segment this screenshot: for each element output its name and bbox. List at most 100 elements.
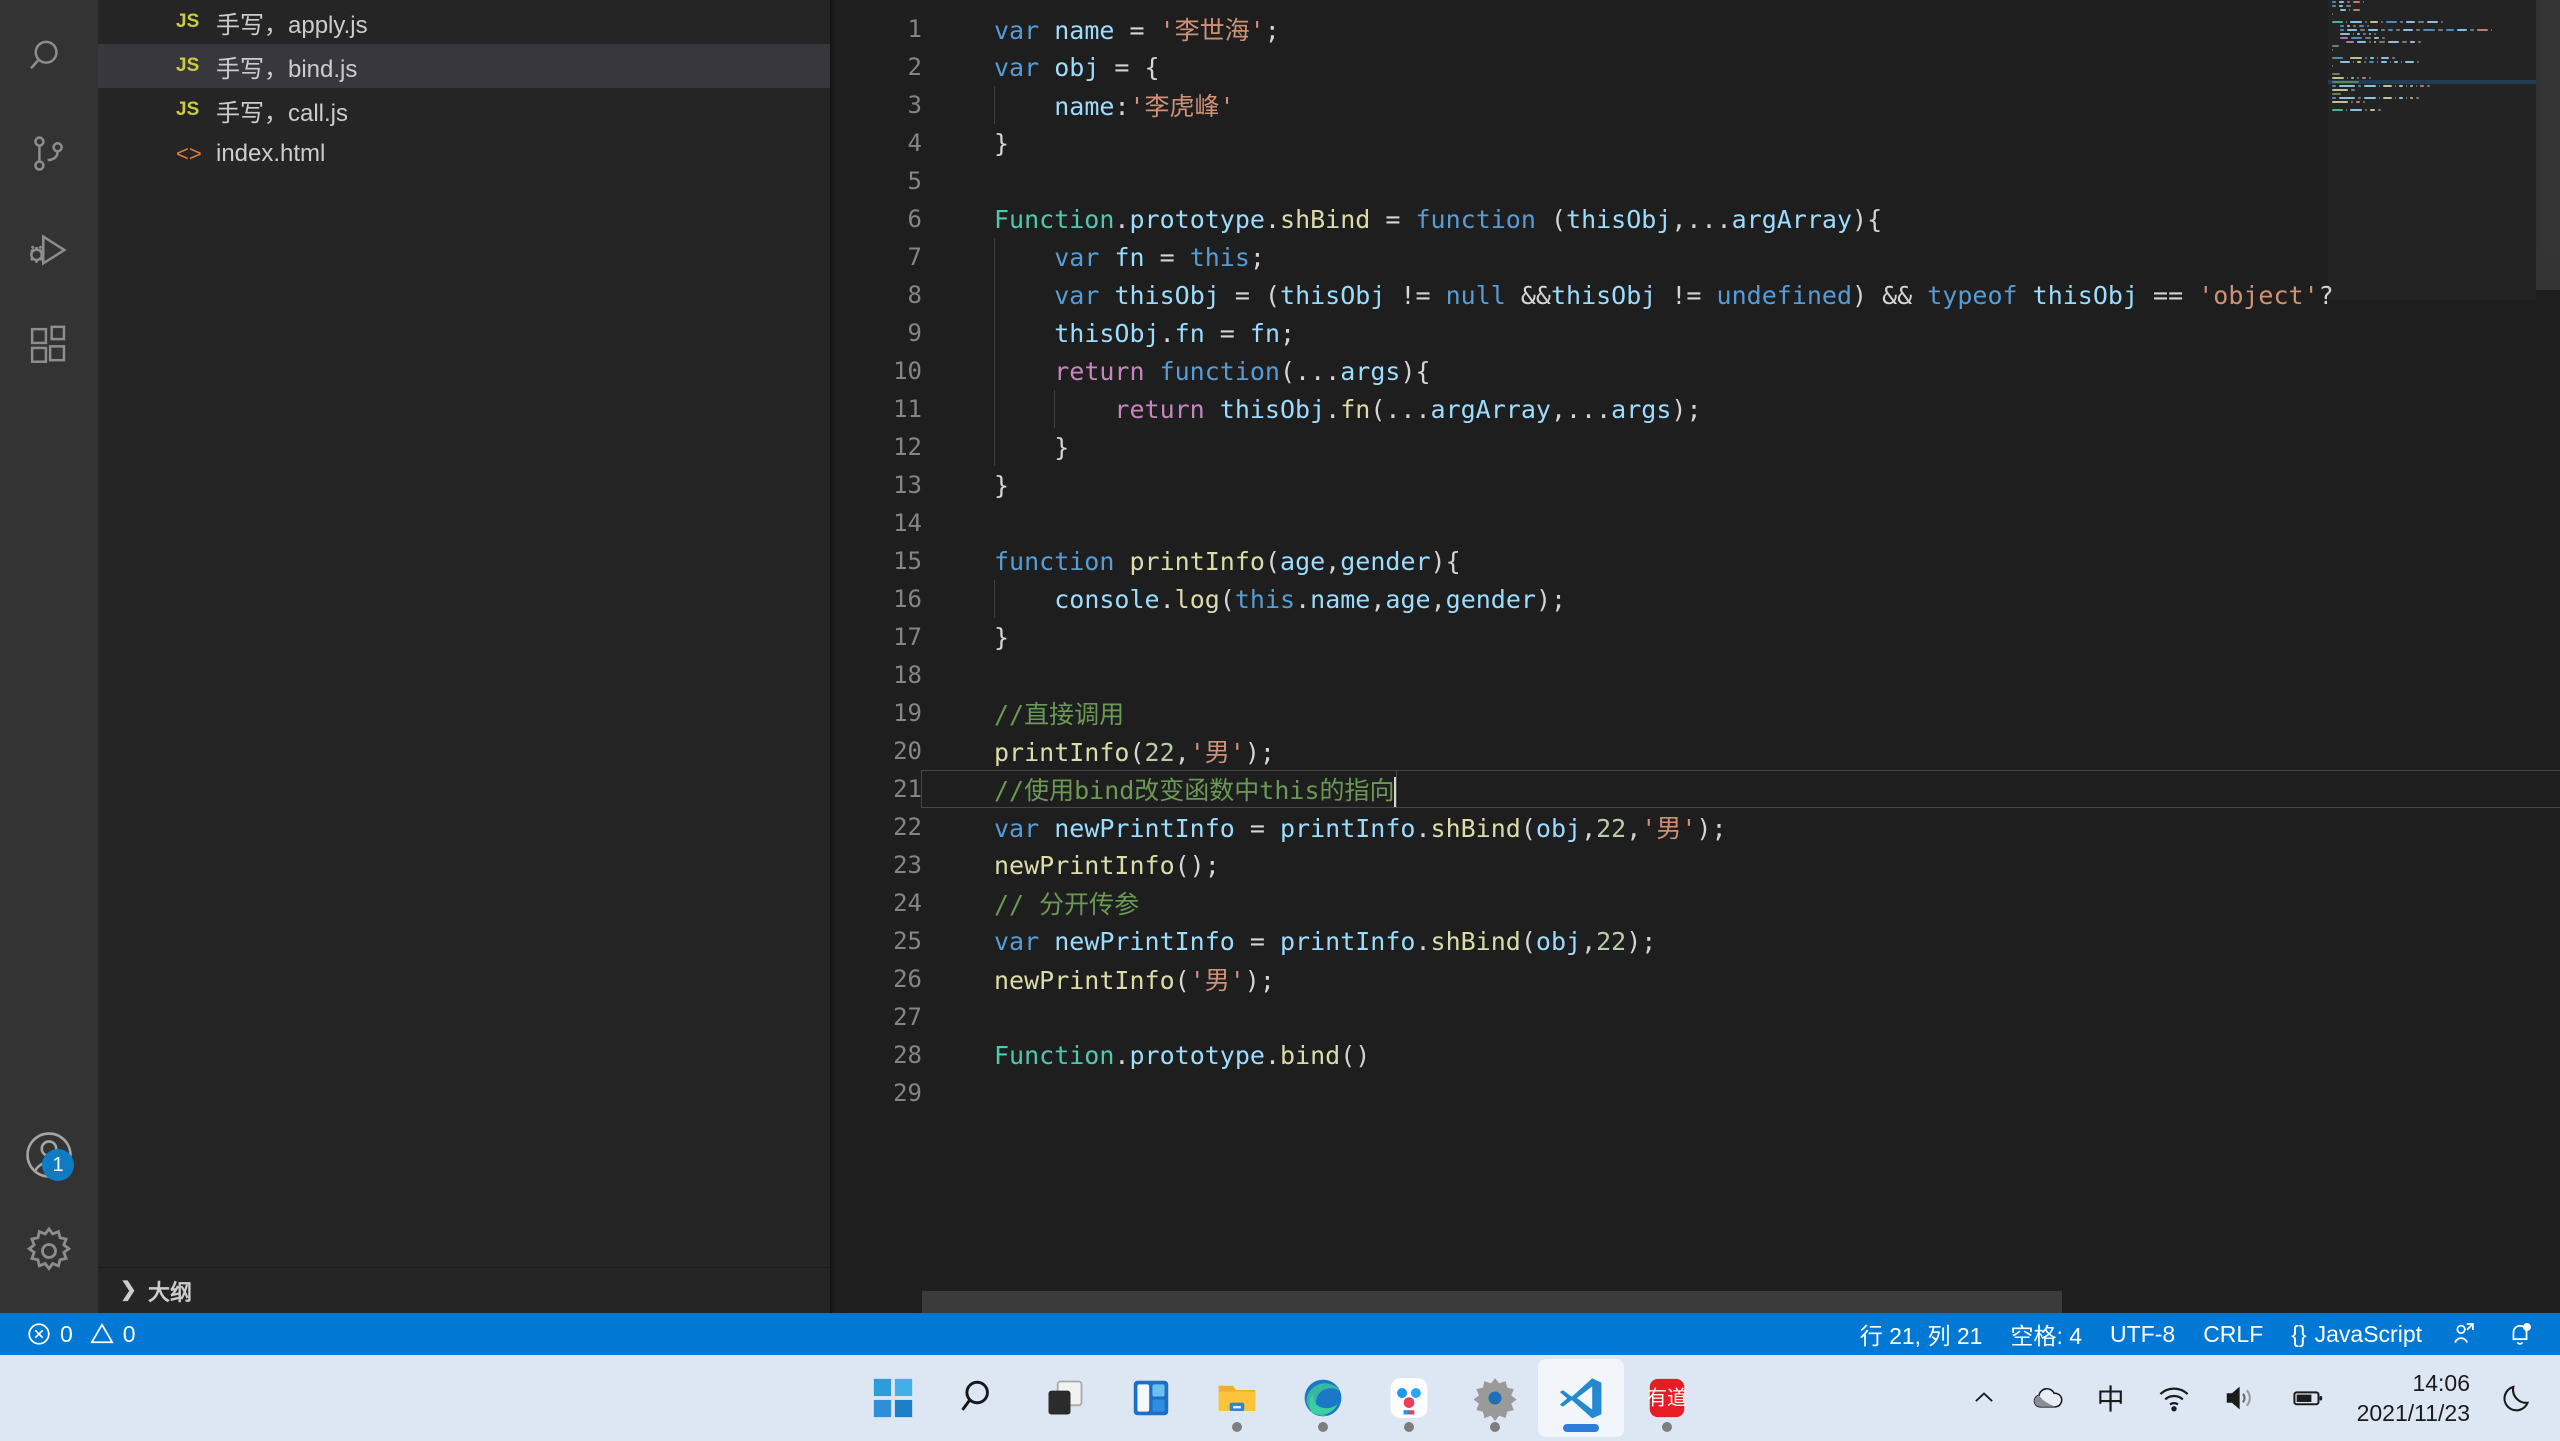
live-share-icon[interactable]: [2436, 1313, 2492, 1355]
edge-button[interactable]: [1280, 1359, 1366, 1437]
code-line[interactable]: 17}: [830, 618, 2560, 656]
code-line[interactable]: 3 name:'李虎峰': [830, 86, 2560, 124]
code-token: var: [994, 926, 1055, 956]
code-line-text: name:'李虎峰': [922, 87, 1234, 123]
battery-icon[interactable]: [2273, 1355, 2343, 1441]
youdao-button[interactable]: 有道: [1624, 1359, 1710, 1437]
code-line[interactable]: 20 printInfo(22,'男');: [830, 732, 2560, 770]
file-tree-item[interactable]: JS 手写，apply.js: [98, 0, 830, 44]
code-line[interactable]: 12 }: [830, 428, 2560, 466]
code-token: Function: [994, 204, 1115, 234]
code-line[interactable]: 9 thisObj.fn = fn;: [830, 314, 2560, 352]
code-line[interactable]: 18: [830, 656, 2560, 694]
code-token: .: [1159, 584, 1175, 614]
line-number: 10: [893, 357, 922, 385]
code-line-text: }: [922, 129, 1009, 158]
code-line[interactable]: 21 //使用bind改变函数中this的指向: [830, 770, 2560, 808]
code-line[interactable]: 2 var obj = {: [830, 48, 2560, 86]
code-token: 'object': [2198, 280, 2319, 310]
minimap-token: [2332, 44, 2339, 48]
minimap-token: [2373, 40, 2377, 44]
horizontal-scrollbar-track[interactable]: [922, 1291, 2328, 1313]
settings-gear-icon[interactable]: [0, 1203, 98, 1299]
minimap-token: [2418, 40, 2422, 44]
code-token: (: [1264, 546, 1281, 576]
minimap-token: [2332, 64, 2334, 68]
code-line[interactable]: 29: [830, 1074, 2560, 1112]
search-icon[interactable]: [0, 10, 98, 106]
code-editor[interactable]: 1 var name = '李世海'; 2 var obj = {3 name:'李虎…: [830, 10, 2560, 1313]
ime-indicator[interactable]: 中: [2081, 1355, 2141, 1441]
clock[interactable]: 14:06 2021/11/23: [2343, 1368, 2484, 1428]
code-line[interactable]: 28 Function.prototype.bind(): [830, 1036, 2560, 1074]
file-tree-item[interactable]: JS 手写，call.js: [98, 88, 830, 132]
code-line[interactable]: 15 function printInfo(age,gender){: [830, 542, 2560, 580]
vscode-button[interactable]: [1538, 1359, 1624, 1437]
activity-bar: 1: [0, 0, 98, 1313]
code-line[interactable]: 4}: [830, 124, 2560, 162]
code-line[interactable]: 10 return function(...args){: [830, 352, 2560, 390]
minimap-token: [2365, 56, 2367, 60]
file-tree-item[interactable]: JS 手写，bind.js: [98, 44, 830, 88]
minimap-token: [2357, 76, 2359, 80]
language-mode-status[interactable]: {} JavaScript: [2277, 1313, 2436, 1355]
code-line[interactable]: 19 //直接调用: [830, 694, 2560, 732]
minimap-token: [2353, 0, 2360, 4]
account-icon[interactable]: 1: [0, 1107, 98, 1203]
line-column-status[interactable]: 行 21, 列 21: [1846, 1313, 1997, 1355]
code-token: thisObj: [1566, 204, 1672, 234]
line-number: 11: [893, 395, 922, 423]
source-control-icon[interactable]: [0, 106, 98, 202]
file-tree-item[interactable]: <> index.html: [98, 132, 830, 176]
code-line[interactable]: 26 newPrintInfo('男');: [830, 960, 2560, 998]
code-line[interactable]: 13}: [830, 466, 2560, 504]
code-line[interactable]: 8 var thisObj = (thisObj != null &&thisO…: [830, 276, 2560, 314]
show-hidden-icons-chevron[interactable]: [1953, 1355, 2015, 1441]
file-explorer-button[interactable]: [1194, 1359, 1280, 1437]
code-line[interactable]: 7 var fn = this;: [830, 238, 2560, 276]
code-token: .: [1264, 204, 1281, 234]
minimap-token: [2401, 40, 2407, 44]
notifications-bell-icon[interactable]: [2492, 1313, 2560, 1355]
start-button[interactable]: [850, 1359, 936, 1437]
code-line[interactable]: 1 var name = '李世海';: [830, 10, 2560, 48]
encoding-status[interactable]: UTF-8: [2096, 1313, 2189, 1355]
settings-button[interactable]: [1452, 1359, 1538, 1437]
code-line[interactable]: 11 return thisObj.fn(...argArray,...args…: [830, 390, 2560, 428]
vertical-scrollbar[interactable]: [2536, 0, 2560, 290]
onedrive-cloud-icon[interactable]: [2015, 1355, 2081, 1441]
code-line[interactable]: 24 // 分开传参: [830, 884, 2560, 922]
problems-status[interactable]: 0 0: [0, 1313, 150, 1355]
code-line[interactable]: 16 console.log(this.name,age,gender);: [830, 580, 2560, 618]
code-line[interactable]: 25 var newPrintInfo = printInfo.shBind(ob…: [830, 922, 2560, 960]
code-token: obj: [1054, 52, 1100, 82]
wifi-icon[interactable]: [2141, 1355, 2207, 1441]
task-view-button[interactable]: [1022, 1359, 1108, 1437]
code-token: ,: [1581, 926, 1597, 956]
minimap[interactable]: [2328, 0, 2536, 300]
run-debug-icon[interactable]: [0, 202, 98, 298]
moon-icon[interactable]: [2484, 1355, 2538, 1441]
code-line[interactable]: 22 var newPrintInfo = printInfo.shBind(ob…: [830, 808, 2560, 846]
indentation-status[interactable]: 空格: 4: [1996, 1313, 2096, 1355]
extensions-icon[interactable]: [0, 298, 98, 394]
search-button[interactable]: [936, 1359, 1022, 1437]
baidu-netdisk-button[interactable]: [1366, 1359, 1452, 1437]
volume-icon[interactable]: [2207, 1355, 2273, 1441]
code-line[interactable]: 6 Function.prototype.shBind = function (t…: [830, 200, 2560, 238]
minimap-token: [2379, 84, 2381, 88]
outline-section-header[interactable]: ❯ 大纲: [98, 1267, 830, 1313]
code-token: ,...: [1550, 394, 1612, 424]
code-line[interactable]: 14: [830, 504, 2560, 542]
code-token: ();: [1174, 850, 1220, 880]
eol-status[interactable]: CRLF: [2189, 1313, 2277, 1355]
code-line[interactable]: 5: [830, 162, 2560, 200]
minimap-token: [2403, 28, 2413, 32]
code-line[interactable]: 27: [830, 998, 2560, 1036]
code-token: ==: [2138, 280, 2199, 310]
code-line[interactable]: 23 newPrintInfo();: [830, 846, 2560, 884]
widgets-button[interactable]: [1108, 1359, 1194, 1437]
horizontal-scrollbar-thumb[interactable]: [922, 1291, 2062, 1313]
